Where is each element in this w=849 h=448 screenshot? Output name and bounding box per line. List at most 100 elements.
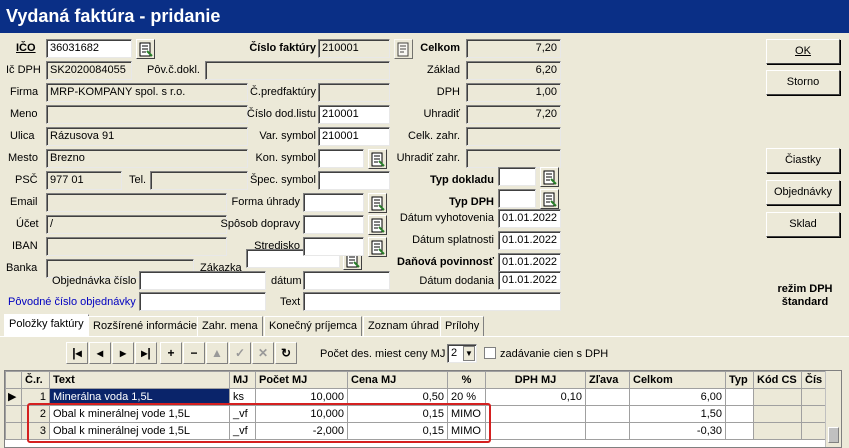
cell-kod-cs[interactable] — [753, 405, 802, 423]
text-field[interactable] — [303, 292, 561, 311]
col-header-text[interactable]: Text — [49, 371, 230, 389]
spec-symbol-label: Špec. symbol — [249, 174, 316, 186]
col-header-mj[interactable]: MJ — [229, 371, 256, 389]
danova-povinnost-field[interactable]: 01.01.2022 — [498, 253, 561, 272]
ulica-field[interactable]: Rázusova 91 — [46, 127, 248, 146]
typ-dph-lookup-button[interactable] — [540, 189, 559, 209]
typ-dph-field[interactable] — [498, 189, 536, 208]
refresh-button[interactable]: ↻ — [275, 342, 297, 364]
next-record-button[interactable]: ▸ — [112, 342, 134, 364]
add-record-button[interactable]: + — [160, 342, 182, 364]
scrollbar-thumb[interactable] — [828, 427, 839, 443]
forma-uhrady-lookup-button[interactable] — [368, 193, 387, 213]
dodlistu-field[interactable]: 210001 — [318, 105, 390, 124]
delete-record-button[interactable]: − — [183, 342, 205, 364]
povcdokl-label: Pôv.č.dokl. — [147, 64, 200, 76]
uhradit-field[interactable]: 7,20 — [466, 105, 561, 124]
datum-vyhotovenia-field[interactable]: 01.01.2022 — [498, 209, 561, 228]
datum-field[interactable] — [303, 271, 390, 290]
decimals-select[interactable]: 2 ▼ — [447, 344, 477, 363]
ciastky-button[interactable]: Čiastky — [766, 148, 840, 173]
tab-zahr-mena[interactable]: Zahr. mena — [197, 316, 263, 336]
spec-symbol-field[interactable] — [318, 171, 390, 190]
col-header-percent[interactable]: % — [447, 371, 486, 389]
tab-prilohy[interactable]: Prílohy — [440, 316, 485, 336]
povcdokl-field[interactable] — [205, 61, 390, 80]
tab-zoznam-uhrad[interactable]: Zoznam úhrad — [363, 316, 444, 336]
cell-zlava[interactable] — [585, 405, 630, 423]
celk-zahr-field[interactable] — [466, 127, 561, 146]
ok-button[interactable]: OK — [766, 39, 840, 64]
cell-celkom[interactable]: -0,30 — [629, 422, 726, 440]
col-header-dph[interactable]: DPH MJ — [485, 371, 586, 389]
edit-record-button[interactable]: ▲ — [206, 342, 228, 364]
cell-dph[interactable] — [485, 405, 586, 423]
povodne-field[interactable] — [139, 292, 266, 311]
sposob-dopravy-lookup-button[interactable] — [368, 215, 387, 235]
col-header-cr[interactable]: Č.r. — [21, 371, 50, 389]
post-record-button[interactable]: ✓ — [229, 342, 251, 364]
cell-cis[interactable] — [800, 422, 827, 440]
email-field[interactable] — [46, 193, 227, 212]
mesto-field[interactable]: Brezno — [46, 149, 248, 168]
kon-symbol-field[interactable] — [318, 149, 364, 168]
ico-lookup-button[interactable] — [136, 39, 155, 59]
objednavka-field[interactable] — [139, 271, 266, 290]
cell-typ[interactable] — [725, 422, 754, 440]
dph-field[interactable]: 1,00 — [466, 83, 561, 102]
kon-symbol-lookup-button[interactable] — [368, 149, 387, 169]
predfaktury-field[interactable] — [318, 83, 390, 102]
col-header-cena[interactable]: Cena MJ — [347, 371, 448, 389]
ucet-field[interactable]: / — [46, 215, 227, 234]
col-header-cis[interactable]: Čís — [800, 371, 827, 389]
objednavky-button[interactable]: Objednávky — [766, 180, 840, 205]
col-header-zlava[interactable]: Zľava — [585, 371, 630, 389]
vertical-scrollbar[interactable] — [825, 371, 841, 447]
zadavanie-checkbox[interactable] — [484, 347, 496, 359]
cell-cis[interactable] — [800, 388, 827, 406]
sposob-dopravy-field[interactable] — [303, 215, 364, 234]
uhradit-zahr-field[interactable] — [466, 149, 561, 168]
cell-dph[interactable]: 0,10 — [485, 388, 586, 406]
cell-cis[interactable] — [800, 405, 827, 423]
iban-field[interactable] — [46, 237, 227, 256]
ico-field[interactable]: 36031682 — [46, 39, 132, 58]
cell-typ[interactable] — [725, 405, 754, 423]
window-title: Vydaná faktúra - pridanie — [0, 0, 849, 33]
tab-konecny-prijemca[interactable]: Konečný príjemca — [264, 316, 363, 336]
cell-kod-cs[interactable] — [753, 388, 802, 406]
firma-field[interactable]: MRP-KOMPANY spol. s r.o. — [46, 83, 248, 102]
datum-dodania-field[interactable]: 01.01.2022 — [498, 271, 561, 290]
cislo-faktury-field[interactable]: 210001 — [318, 39, 390, 58]
prev-record-button[interactable]: ◂ — [89, 342, 111, 364]
cell-dph[interactable] — [485, 422, 586, 440]
col-header-typ[interactable]: Typ — [725, 371, 754, 389]
zaklad-field[interactable]: 6,20 — [466, 61, 561, 80]
psc-field[interactable]: 977 01 — [46, 171, 122, 190]
cell-celkom[interactable]: 6,00 — [629, 388, 726, 406]
typ-dokladu-field[interactable] — [498, 167, 536, 186]
cell-zlava[interactable] — [585, 388, 630, 406]
meno-field[interactable] — [46, 105, 248, 124]
cancel-record-button[interactable]: ✕ — [252, 342, 274, 364]
cell-typ[interactable] — [725, 388, 754, 406]
stredisko-field[interactable] — [303, 237, 364, 256]
icdph-field[interactable]: SK2020084055 — [46, 61, 132, 80]
last-record-button[interactable]: ▸| — [135, 342, 157, 364]
col-header-celkom[interactable]: Celkom — [629, 371, 726, 389]
cell-celkom[interactable]: 1,50 — [629, 405, 726, 423]
sklad-button[interactable]: Sklad — [766, 212, 840, 237]
var-symbol-field[interactable]: 210001 — [318, 127, 390, 146]
typ-dokladu-lookup-button[interactable] — [540, 167, 559, 187]
forma-uhrady-field[interactable] — [303, 193, 364, 212]
tab-polozky-faktury[interactable]: Položky faktúry — [4, 314, 89, 336]
cell-zlava[interactable] — [585, 422, 630, 440]
cell-kod-cs[interactable] — [753, 422, 802, 440]
storno-button[interactable]: Storno — [766, 70, 840, 95]
datum-splatnosti-field[interactable]: 01.01.2022 — [498, 231, 561, 250]
col-header-pocet[interactable]: Počet MJ — [255, 371, 348, 389]
first-record-button[interactable]: |◂ — [66, 342, 88, 364]
tab-rozsirene-informacie[interactable]: Rozšírené informácie — [88, 316, 202, 336]
celkom-field[interactable]: 7,20 — [466, 39, 561, 58]
col-header-kod-cs[interactable]: Kód CS — [753, 371, 802, 389]
